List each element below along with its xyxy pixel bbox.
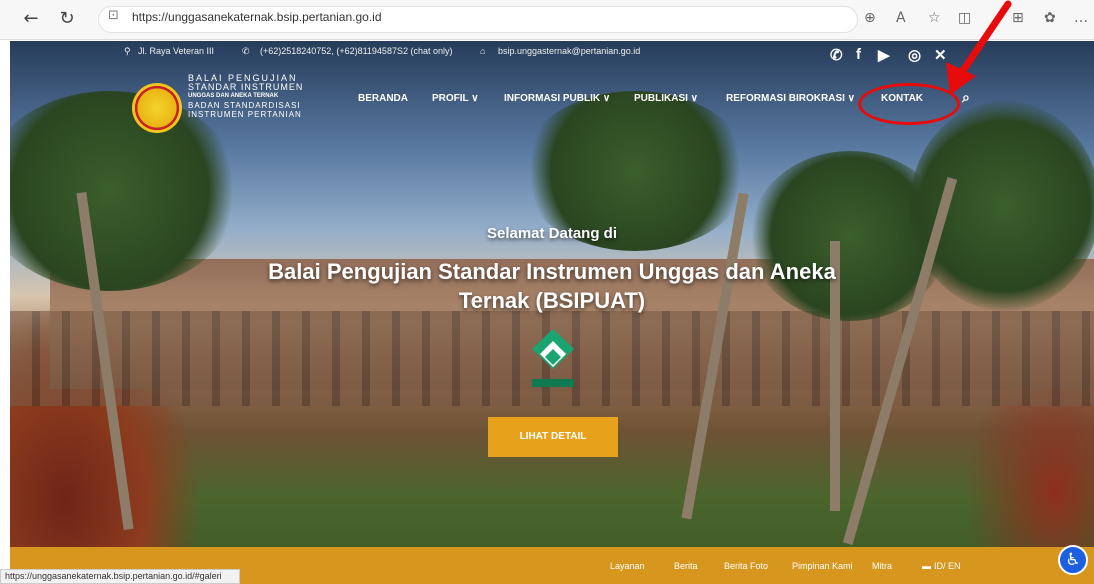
status-bar-url: https://unggasanekaternak.bsip.pertanian… [0, 569, 240, 584]
footer-link-mitra[interactable]: Mitra [872, 561, 892, 571]
lihat-detail-button[interactable]: LIHAT DETAIL [488, 417, 618, 457]
hero-title-line2: Ternak (BSIPUAT) [458, 288, 646, 313]
language-switch[interactable]: ID/ EN [934, 561, 961, 571]
footer-link-layanan[interactable]: Layanan [610, 561, 645, 571]
flag-icon: ▬ [922, 561, 931, 571]
footer-link-berita-foto[interactable]: Berita Foto [724, 561, 768, 571]
bsip-emblem-icon [532, 329, 574, 387]
annotation-arrow-icon [946, 0, 1012, 95]
hero-title-line1: Balai Pengujian Standar Instrumen Unggas… [268, 259, 836, 284]
accessibility-icon[interactable]: ♿ [1058, 545, 1088, 575]
hero-greeting: Selamat Datang di [486, 225, 618, 242]
footer-link-pimpinan[interactable]: Pimpinan Kami [792, 561, 853, 571]
footer-link-berita[interactable]: Berita [674, 561, 698, 571]
